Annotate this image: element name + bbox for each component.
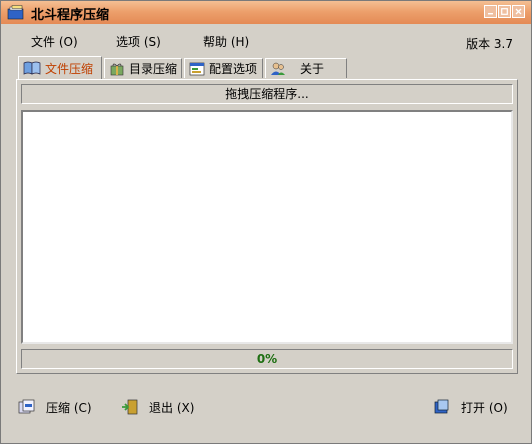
menu-bar: 文件 (O) 选项 (S) 帮助 (H) 版本 3.7 — [1, 29, 531, 53]
menu-options[interactable]: 选项 (S) — [116, 33, 161, 50]
app-icon — [7, 5, 25, 20]
close-button[interactable] — [512, 5, 525, 18]
close-icon — [515, 8, 522, 15]
tab-about[interactable]: 关于 — [265, 58, 347, 78]
open-button[interactable]: 打开 (O) — [433, 397, 508, 417]
window-title: 北斗程序压缩 — [31, 8, 110, 23]
menu-help[interactable]: 帮助 (H) — [203, 33, 249, 50]
tab-label: 关于 — [300, 62, 325, 76]
tab-panel: 拖拽压缩程序... 0% — [16, 79, 518, 374]
tab-label: 配置选项 — [209, 62, 258, 76]
app-window: 北斗程序压缩 文件 (O) 选项 (S) 帮助 (H) 版本 3.7 文件压缩 — [0, 0, 532, 444]
compress-icon — [18, 399, 35, 414]
tab-label: 目录压缩 — [129, 62, 178, 76]
tab-config[interactable]: 配置选项 — [184, 58, 263, 78]
progress-bar: 0% — [21, 349, 513, 369]
open-label: 打开 (O) — [461, 400, 508, 415]
maximize-icon — [501, 8, 508, 15]
menu-file[interactable]: 文件 (O) — [31, 33, 78, 50]
minimize-button[interactable] — [484, 5, 497, 18]
maximize-button[interactable] — [498, 5, 511, 18]
compress-button[interactable]: 压缩 (C) — [18, 397, 92, 417]
config-window-icon — [189, 62, 205, 75]
exit-door-icon — [122, 399, 138, 415]
compress-label: 压缩 (C) — [46, 400, 92, 415]
book-icon — [23, 61, 41, 75]
drop-label: 拖拽压缩程序... — [21, 84, 513, 104]
gift-box-icon — [110, 63, 124, 75]
minimize-icon — [488, 13, 493, 15]
file-drop-area[interactable] — [21, 110, 513, 344]
version-label: 版本 3.7 — [466, 37, 513, 51]
tab-dir-compress[interactable]: 目录压缩 — [104, 58, 182, 78]
tab-file-compress[interactable]: 文件压缩 — [18, 56, 102, 79]
title-bar[interactable]: 北斗程序压缩 — [1, 1, 531, 24]
open-file-icon — [434, 399, 449, 414]
exit-button[interactable]: 退出 (X) — [121, 397, 194, 417]
progress-text: 0% — [256, 352, 278, 366]
exit-label: 退出 (X) — [149, 400, 195, 415]
users-icon — [271, 62, 285, 75]
tab-label: 文件压缩 — [45, 61, 94, 76]
